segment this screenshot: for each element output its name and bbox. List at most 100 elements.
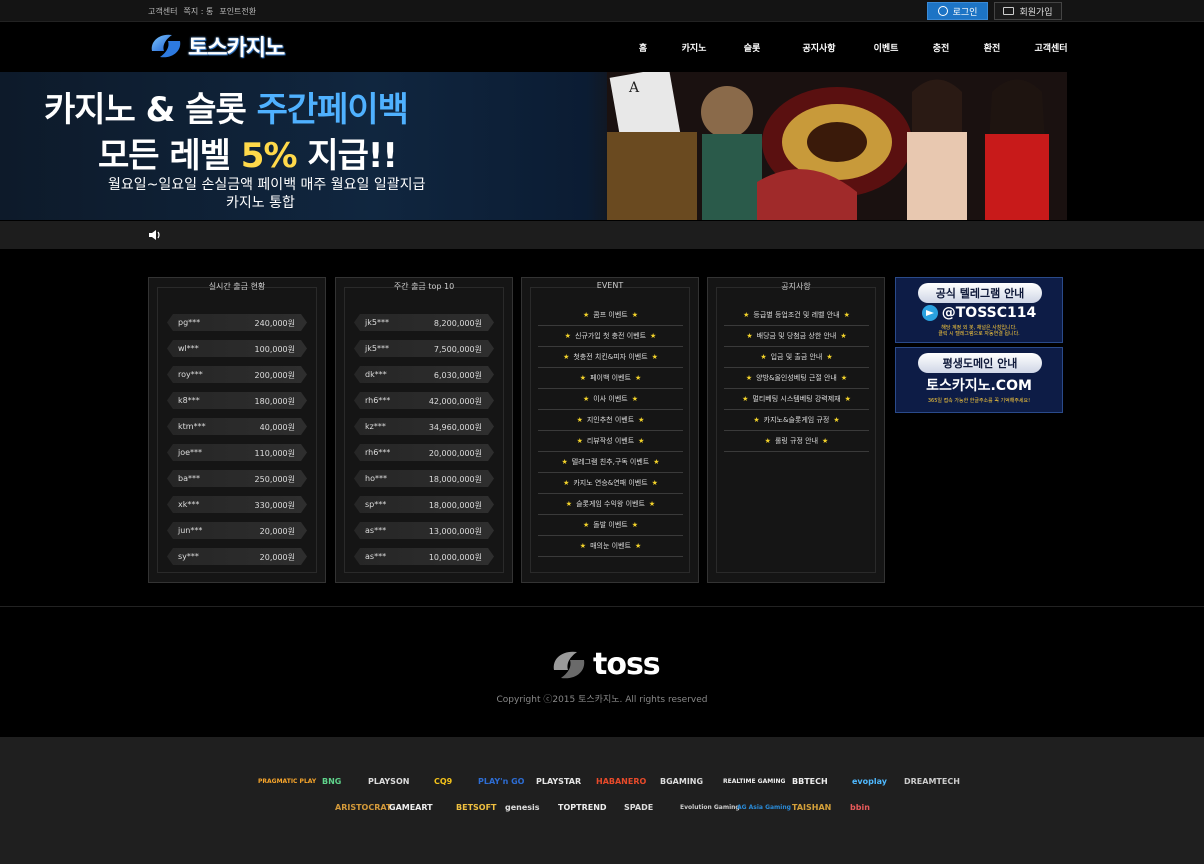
list-item: sy*** 20,000원 bbox=[167, 548, 307, 565]
provider-logo: TOPTREND bbox=[558, 802, 607, 812]
list-item: xk*** 330,000원 bbox=[167, 496, 307, 513]
event-item[interactable]: ★ 슬롯게임 수익왕 이벤트 ★ bbox=[538, 494, 683, 515]
login-label: 로그인 bbox=[952, 7, 978, 18]
notice-item[interactable]: ★ 등급별 등업조건 및 레벨 안내 ★ bbox=[724, 305, 869, 326]
event-item[interactable]: ★ 페이백 이벤트 ★ bbox=[538, 368, 683, 389]
provider-logo: evoplay bbox=[852, 776, 887, 786]
list-item: jk5*** 7,500,000원 bbox=[354, 340, 494, 357]
list-item: ho*** 18,000,000원 bbox=[354, 470, 494, 487]
nav-home[interactable]: 홈 bbox=[622, 41, 664, 54]
provider-logo: REALTIME GAMING bbox=[723, 777, 786, 785]
footer-logo-text: toss bbox=[593, 647, 661, 682]
telegram-promo[interactable]: 공식 텔레그램 안내 @TOSSC114 해당 계정 외 봇, 채널은 사칭입니… bbox=[895, 277, 1063, 343]
nav-slot[interactable]: 슬롯 bbox=[724, 41, 780, 54]
nav-event[interactable]: 이벤트 bbox=[858, 41, 914, 54]
top-link-messages[interactable]: 쪽지 : 통 bbox=[183, 6, 213, 17]
provider-logo: genesis bbox=[505, 802, 540, 812]
panel-event: EVENT ★ 콤프 이벤트 ★ ★ 신규가입 첫 충전 이벤트 ★ ★ 첫충전 치킨&피… bbox=[521, 277, 699, 583]
provider-logo: PRAGMATIC PLAY bbox=[258, 777, 317, 785]
footer-logo: toss bbox=[551, 647, 661, 682]
site-logo[interactable]: 토스카지노 bbox=[148, 28, 285, 64]
list-item: as*** 13,000,000원 bbox=[354, 522, 494, 539]
providers-row-2: ARISTOCRAT GAMEART BETSOFT genesis TOPTREND S… bbox=[0, 797, 1204, 817]
event-item[interactable]: ★ 매의눈 이벤트 ★ bbox=[538, 536, 683, 557]
notice-item[interactable]: ★ 양방&올인성베팅 근절 안내 ★ bbox=[724, 368, 869, 389]
nav-deposit[interactable]: 충전 bbox=[914, 41, 968, 54]
speaker-icon bbox=[149, 230, 160, 240]
event-item[interactable]: ★ 텔레그램 친추,구독 이벤트 ★ bbox=[538, 452, 683, 473]
toss-logo-icon bbox=[553, 651, 585, 678]
top-bar: 고객센터 쪽지 : 통 포인트전환 로그인 회원가입 bbox=[0, 0, 1204, 22]
event-item[interactable]: ★ 돌발 이벤트 ★ bbox=[538, 515, 683, 536]
domain-note: 365일 접속 가능한 한글주소를 꼭 기억해주세요! bbox=[927, 398, 1031, 404]
event-item[interactable]: ★ 신규가입 첫 충전 이벤트 ★ bbox=[538, 326, 683, 347]
domain-promo[interactable]: 평생도메인 안내 토스카지노.COM 365일 접속 가능한 한글주소를 꼭 기… bbox=[895, 347, 1063, 413]
telegram-note-2: 클릭 시 텔레그램으로 자동연결 됩니다. bbox=[938, 331, 1020, 337]
domain-promo-title: 평생도메인 안내 bbox=[918, 353, 1042, 373]
notice-item[interactable]: ★ 롤링 규정 안내 ★ bbox=[724, 431, 869, 452]
list-item: rh6*** 42,000,000원 bbox=[354, 392, 494, 409]
panel-live-withdraw: 실시간 출금 현황 pg*** 240,000원 wl*** 100,000원 ro… bbox=[148, 277, 326, 583]
top-link-points[interactable]: 포인트전환 bbox=[219, 6, 256, 17]
banner-subtext-1: 월요일~일요일 손실금액 페이백 매주 월요일 일괄지급 bbox=[108, 177, 426, 193]
provider-logo: bbin bbox=[850, 802, 870, 812]
event-item[interactable]: ★ 첫충전 치킨&피자 이벤트 ★ bbox=[538, 347, 683, 368]
provider-logo: ARISTOCRAT bbox=[335, 802, 392, 812]
banner-headline-2: 모든 레벨 5% 지급!! bbox=[98, 136, 398, 176]
list-item: jun*** 20,000원 bbox=[167, 522, 307, 539]
providers-row-1: PRAGMATIC PLAY BNG PLAYSON CQ9 PLAY'n GO PLAY… bbox=[0, 771, 1204, 791]
event-item[interactable]: ★ 카지노 연승&연패 이벤트 ★ bbox=[538, 473, 683, 494]
logo-text: 토스카지노 bbox=[188, 36, 285, 61]
promo-banner[interactable]: 카지노 & 슬롯 주간페이백 모든 레벨 5% 지급!! 월요일~일요일 손실금… bbox=[0, 72, 1067, 220]
provider-logo: HABANERO bbox=[596, 776, 647, 786]
nav-withdraw[interactable]: 환전 bbox=[968, 41, 1016, 54]
id-card-icon bbox=[1003, 7, 1015, 15]
list-item: as*** 10,000,000원 bbox=[354, 548, 494, 565]
header: 토스카지노 홈 카지노 슬롯 공지사항 이벤트 충전 환전 고객센터 bbox=[0, 22, 1204, 72]
provider-logo: GAMEART bbox=[389, 802, 433, 812]
list-item: ba*** 250,000원 bbox=[167, 470, 307, 487]
provider-logo: BGAMING bbox=[660, 776, 704, 786]
provider-logo: PLAYSON bbox=[368, 776, 410, 786]
provider-logo: BNG bbox=[322, 776, 342, 786]
footer: toss Copyright ⓒ2015 토스카지노. All rights r… bbox=[0, 606, 1204, 736]
logo-mark-icon bbox=[151, 34, 181, 58]
provider-logo: BBTECH bbox=[792, 776, 828, 786]
join-button[interactable]: 회원가입 bbox=[994, 2, 1062, 20]
notice-item[interactable]: ★ 입금 및 출금 안내 ★ bbox=[724, 347, 869, 368]
panel-title: 실시간 출금 현황 bbox=[208, 282, 266, 291]
panel-notice: 공지사항 ★ 등급별 등업조건 및 레벨 안내 ★ ★ 배당금 및 당첨금 상한 안내… bbox=[707, 277, 885, 583]
event-item[interactable]: ★ 이사 이벤트 ★ bbox=[538, 389, 683, 410]
top-link-support[interactable]: 고객센터 bbox=[148, 6, 177, 17]
event-item[interactable]: ★ 콤프 이벤트 ★ bbox=[538, 305, 683, 326]
list-item: k8*** 180,000원 bbox=[167, 392, 307, 409]
notice-item[interactable]: ★ 멀티베팅 시스템베팅 강력제재 ★ bbox=[724, 389, 869, 410]
main-nav: 홈 카지노 슬롯 공지사항 이벤트 충전 환전 고객센터 bbox=[622, 22, 1086, 72]
list-item: rh6*** 20,000,000원 bbox=[354, 444, 494, 461]
nav-notice[interactable]: 공지사항 bbox=[780, 41, 858, 54]
user-icon bbox=[937, 6, 948, 16]
nav-casino[interactable]: 카지노 bbox=[664, 41, 724, 54]
notice-ticker bbox=[0, 221, 1204, 249]
login-button[interactable]: 로그인 bbox=[927, 2, 988, 20]
telegram-icon bbox=[921, 305, 938, 321]
provider-logo: PLAYSTAR bbox=[536, 776, 582, 786]
provider-logo: CQ9 bbox=[434, 776, 453, 786]
notice-item[interactable]: ★ 배당금 및 당첨금 상한 안내 ★ bbox=[724, 326, 869, 347]
copyright: Copyright ⓒ2015 토스카지노. All rights reserv… bbox=[496, 695, 708, 705]
list-item: ktm*** 40,000원 bbox=[167, 418, 307, 435]
provider-logo: AG Asia Gaming bbox=[737, 803, 791, 811]
provider-logo: DREAMTECH bbox=[904, 776, 960, 786]
list-item: roy*** 200,000원 bbox=[167, 366, 307, 383]
panel-title: 주간 출금 top 10 bbox=[393, 282, 455, 291]
list-item: pg*** 240,000원 bbox=[167, 314, 307, 331]
event-item[interactable]: ★ 리뷰작성 이벤트 ★ bbox=[538, 431, 683, 452]
banner-headline-1: 카지노 & 슬롯 주간페이백 bbox=[44, 90, 409, 130]
game-providers: PRAGMATIC PLAY BNG PLAYSON CQ9 PLAY'n GO PLAY… bbox=[0, 737, 1204, 864]
nav-support[interactable]: 고객센터 bbox=[1016, 41, 1086, 54]
list-item: jk5*** 8,200,000원 bbox=[354, 314, 494, 331]
event-item[interactable]: ★ 지인추천 이벤트 ★ bbox=[538, 410, 683, 431]
list-item: sp*** 18,000,000원 bbox=[354, 496, 494, 513]
provider-logo: SPADE bbox=[624, 802, 654, 812]
notice-item[interactable]: ★ 카지노&슬롯게임 규정 ★ bbox=[724, 410, 869, 431]
